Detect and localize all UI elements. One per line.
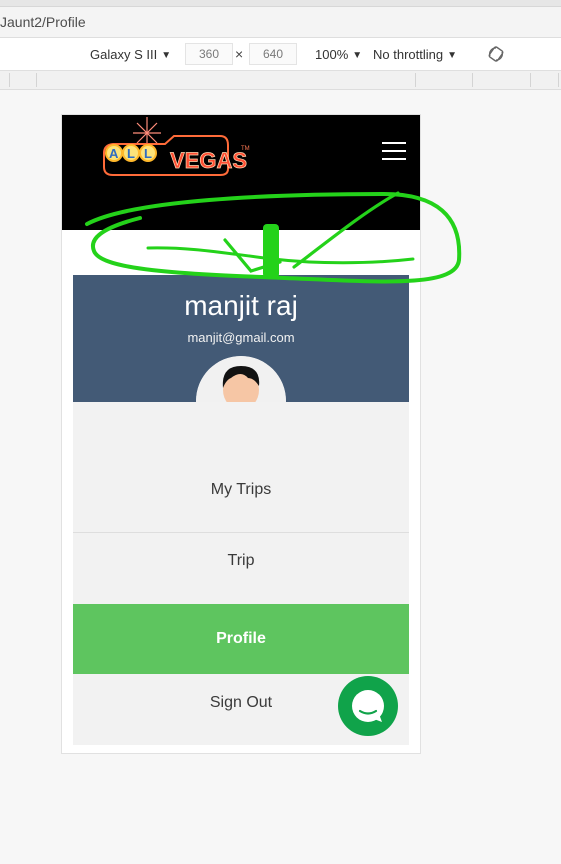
menu-trip[interactable]: Trip — [73, 551, 409, 571]
ruler-tick — [530, 73, 531, 87]
device-frame: A L L VEGAS TM manjit raj manjit@gmail.c… — [61, 114, 421, 754]
chevron-down-icon: ▼ — [352, 50, 363, 61]
chat-icon — [352, 690, 384, 722]
profile-name: manjit raj — [184, 290, 298, 321]
logo-tm: TM — [241, 146, 250, 152]
throttling-selector[interactable]: No throttling ▼ — [373, 47, 457, 62]
profile-email: manjit@gmail.com — [187, 330, 295, 345]
rotate-icon[interactable] — [487, 45, 505, 63]
width-input[interactable]: 360 — [185, 43, 233, 65]
throttling-label: No throttling — [373, 47, 444, 62]
zoom-selector[interactable]: 100% ▼ — [315, 47, 362, 62]
ruler-tick — [415, 73, 416, 87]
ruler-tick — [9, 73, 10, 87]
height-input[interactable]: 640 — [249, 43, 297, 65]
menu-my-trips[interactable]: My Trips — [73, 480, 409, 500]
chat-button[interactable] — [338, 676, 398, 736]
hamburger-menu-icon[interactable] — [382, 142, 406, 162]
device-toolbar: Galaxy S III ▼ 360 × 640 100% ▼ No throttl… — [0, 38, 561, 71]
chevron-down-icon: ▼ — [161, 50, 172, 61]
ruler-tick — [558, 73, 559, 87]
all-vegas-logo[interactable]: A L L VEGAS TM — [100, 115, 260, 185]
zoom-label: 100% — [315, 47, 349, 62]
dimension-separator: × — [235, 46, 244, 62]
device-selector-label: Galaxy S III — [90, 47, 158, 62]
chevron-down-icon: ▼ — [447, 50, 457, 61]
logo-letter-l: L — [127, 146, 135, 161]
menu-divider — [73, 532, 409, 533]
menu-profile[interactable]: Profile — [73, 604, 409, 674]
app-header: A L L VEGAS TM — [62, 115, 420, 230]
address-text: Jaunt2/Profile — [0, 14, 86, 30]
address-bar[interactable]: Jaunt2/Profile — [0, 7, 561, 38]
logo-word: VEGAS — [170, 148, 247, 173]
browser-top-strip — [0, 0, 561, 7]
device-selector[interactable]: Galaxy S III ▼ — [90, 47, 171, 62]
ruler-tick — [472, 73, 473, 87]
ruler-tick — [36, 73, 37, 87]
logo-letter-l: L — [144, 146, 152, 161]
ruler-row — [0, 71, 561, 90]
logo-letter-a: A — [109, 146, 119, 161]
